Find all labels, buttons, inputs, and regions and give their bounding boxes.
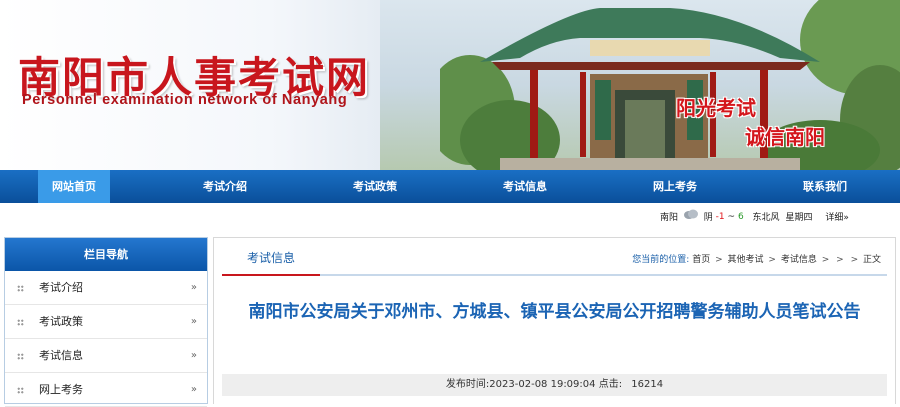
sidebar-item-label: 考试政策 xyxy=(39,315,83,328)
nav-item-contact[interactable]: 联系我们 xyxy=(780,170,870,203)
nav-item-exam-info[interactable]: 考试信息 xyxy=(480,170,570,203)
nav-item-exam-policy[interactable]: 考试政策 xyxy=(330,170,420,203)
bullet-icon xyxy=(17,353,24,360)
bullet-icon xyxy=(17,285,24,292)
chevron-right-icon: » xyxy=(190,282,197,293)
sidebar-item-label: 考试介绍 xyxy=(39,281,83,294)
main-content: 考试信息 您当前的位置: 首页 > 其他考试 > 考试信息 > > > 正文 南… xyxy=(213,237,896,404)
sidebar-item-exam-policy[interactable]: 考试政策 » xyxy=(5,305,207,339)
sidebar-item-label: 考试信息 xyxy=(39,349,83,362)
sidebar-title: 栏目导航 xyxy=(5,238,207,271)
views-count: 16214 xyxy=(631,379,664,390)
temp-separator: ~ xyxy=(727,211,736,222)
sidebar-item-exam-intro[interactable]: 考试介绍 » xyxy=(5,271,207,305)
weather-day: 星期四 xyxy=(785,213,813,223)
content-tabbar: 考试信息 您当前的位置: 首页 > 其他考试 > 考试信息 > > > 正文 xyxy=(222,238,887,276)
sidebar: 栏目导航 考试介绍 » 考试政策 » 考试信息 » 网上考务 » xyxy=(4,237,208,407)
breadcrumb-current: 正文 xyxy=(862,255,881,265)
cloud-icon xyxy=(683,209,698,219)
breadcrumb-prefix: 您当前的位置: xyxy=(632,255,690,265)
bullet-icon xyxy=(17,319,24,326)
breadcrumb-other-exams[interactable]: 其他考试 xyxy=(728,255,764,265)
slogan-line-1: 阳光考试 xyxy=(676,96,756,120)
article-meta: 发布时间:2023-02-08 19:09:04 点击: 16214 xyxy=(222,374,887,396)
slogan-line-2: 诚信南阳 xyxy=(745,125,825,149)
pavilion-illustration xyxy=(440,0,900,170)
sidebar-item-exam-info[interactable]: 考试信息 » xyxy=(5,339,207,373)
chevron-right-icon: » xyxy=(190,350,197,361)
views-label: 点击: xyxy=(598,379,623,390)
sidebar-item-online-affairs[interactable]: 网上考务 » xyxy=(5,373,207,407)
article-title: 南阳市公安局关于邓州市、方城县、镇平县公安局公开招聘警务辅助人员笔试公告 xyxy=(248,302,861,322)
site-subtitle: Personnel examination network of Nanyang xyxy=(22,92,348,108)
breadcrumb-home[interactable]: 首页 xyxy=(692,255,710,265)
main-nav: 网站首页 考试介绍 考试政策 考试信息 网上考务 联系我们 xyxy=(0,170,900,203)
bullet-icon xyxy=(17,387,24,394)
chevron-right-icon: » xyxy=(190,316,197,327)
sidebar-item-label: 网上考务 xyxy=(39,383,83,396)
weather-condition: 阴 xyxy=(703,213,713,223)
nav-item-exam-intro[interactable]: 考试介绍 xyxy=(180,170,270,203)
chevron-right-icon: » xyxy=(190,384,197,395)
breadcrumb-separator: > xyxy=(715,255,723,265)
breadcrumb-separator: > xyxy=(821,255,830,265)
breadcrumb-separator: > xyxy=(836,255,844,265)
published-date: 2023-02-08 19:09:04 xyxy=(489,379,596,390)
site-banner: 南阳市人事考试网 Personnel examination network o… xyxy=(0,0,900,170)
temp-low: -1 xyxy=(715,211,725,222)
breadcrumb: 您当前的位置: 首页 > 其他考试 > 考试信息 > > > 正文 xyxy=(632,252,881,265)
weather-details-link[interactable]: 详细» xyxy=(825,210,849,223)
temp-high: 6 xyxy=(737,211,744,222)
published-label: 发布时间: xyxy=(445,379,490,390)
breadcrumb-separator: > xyxy=(768,255,776,265)
nav-item-online-affairs[interactable]: 网上考务 xyxy=(630,170,720,203)
nav-item-home[interactable]: 网站首页 xyxy=(38,170,110,203)
weather-city: 南阳 xyxy=(660,213,679,223)
weather-wind: 东北风 xyxy=(752,213,780,223)
tab-exam-info[interactable]: 考试信息 xyxy=(222,238,320,276)
breadcrumb-separator: > xyxy=(850,255,859,265)
breadcrumb-exam-info[interactable]: 考试信息 xyxy=(781,255,817,265)
weather-widget: 南阳 阴 -1 ~ 6 东北风 星期四 详细» xyxy=(660,209,849,227)
